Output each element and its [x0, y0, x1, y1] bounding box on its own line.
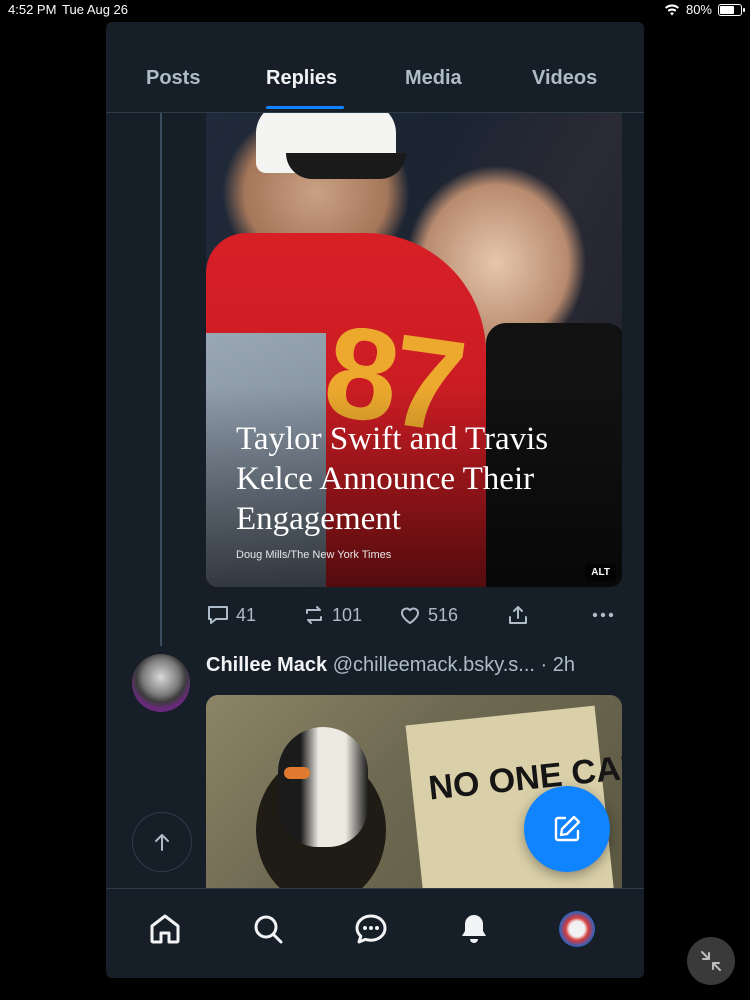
wifi-icon [664, 4, 679, 16]
post-actions: 41 101 516 [206, 604, 622, 630]
like-count: 516 [428, 604, 459, 625]
collapse-icon [701, 951, 721, 971]
ellipsis-icon [592, 612, 614, 618]
tab-media[interactable]: Media [405, 67, 462, 90]
nav-notifications[interactable] [454, 909, 494, 949]
battery-percent: 80% [685, 2, 712, 17]
nav-search[interactable] [248, 909, 288, 949]
embed-image[interactable]: 87 Taylor Swift and Travis Kelce Announc… [206, 113, 622, 587]
author-handle[interactable]: @chilleemack.bsky.s... [333, 654, 535, 676]
cap-bill-shape [286, 153, 406, 179]
reply-button[interactable]: 41 [206, 604, 256, 626]
nav-home[interactable] [145, 909, 185, 949]
post-author-line: Chillee Mack @chilleemack.bsky.s... · 2h [206, 654, 575, 677]
bottom-navigation [106, 888, 644, 978]
penguin-beak-shape [284, 767, 310, 779]
post-time: · 2h [540, 654, 575, 676]
search-icon [254, 915, 283, 944]
alt-badge[interactable]: ALT [585, 564, 616, 581]
thread-line [160, 113, 162, 646]
share-button[interactable] [506, 604, 530, 626]
share-icon [509, 606, 527, 624]
reply-icon [208, 606, 228, 624]
status-date: Tue Aug 26 [62, 2, 129, 17]
arrow-up-icon [155, 834, 169, 851]
chat-icon [355, 914, 387, 944]
repost-button[interactable]: 101 [302, 604, 362, 626]
repost-count: 101 [332, 604, 363, 625]
bell-icon [462, 915, 486, 943]
author-avatar[interactable] [132, 654, 190, 712]
reply-count: 41 [236, 604, 257, 625]
status-bar: 4:52 PM Tue Aug 26 80% [0, 0, 750, 22]
tab-posts[interactable]: Posts [146, 67, 200, 90]
compose-button[interactable] [524, 786, 610, 872]
tab-replies[interactable]: Replies [266, 67, 337, 90]
author-name[interactable]: Chillee Mack [206, 654, 327, 676]
like-button[interactable]: 516 [398, 604, 458, 626]
nav-chat[interactable] [351, 909, 391, 949]
more-options-button[interactable] [590, 604, 616, 626]
repost-icon [306, 606, 322, 624]
nav-profile[interactable] [557, 909, 597, 949]
tab-videos[interactable]: Videos [532, 67, 597, 90]
penguin-illustration [278, 727, 368, 847]
scroll-to-top-button[interactable] [132, 812, 192, 872]
embed-headline: Taylor Swift and Travis Kelce Announce T… [236, 421, 549, 537]
photo-credit: Doug Mills/The New York Times [236, 549, 392, 561]
profile-avatar [559, 911, 595, 947]
app-window: Posts Replies Media Videos 87 Taylor Swi… [106, 22, 644, 978]
heart-icon [401, 607, 419, 624]
profile-tabs: Posts Replies Media Videos [106, 58, 644, 113]
status-time: 4:52 PM [8, 2, 57, 17]
home-icon [150, 914, 180, 944]
status-right: 80% [664, 2, 745, 17]
battery-icon [718, 3, 745, 16]
compose-icon [554, 815, 581, 842]
collapse-window-button[interactable] [687, 937, 735, 985]
active-tab-indicator [266, 106, 344, 109]
